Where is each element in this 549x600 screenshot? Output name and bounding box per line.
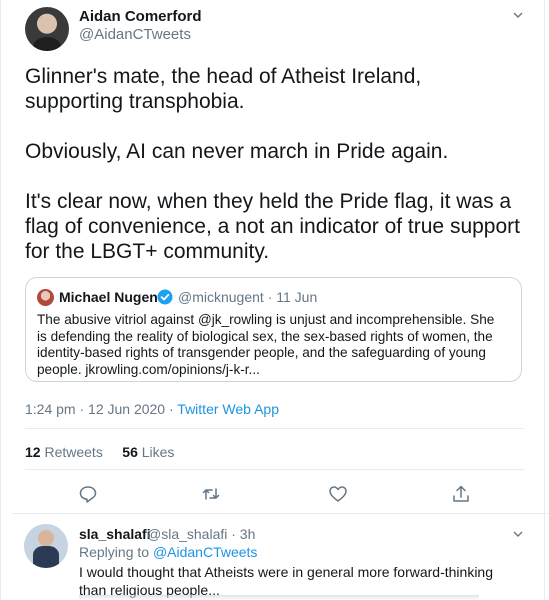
tweet-timestamp: 1:24 pm · 12 Jun 2020 · Twitter Web App [25, 401, 279, 417]
retweet-icon[interactable] [201, 484, 221, 504]
author-avatar[interactable] [25, 7, 69, 51]
replying-to-link[interactable]: @AidanCTweets [153, 544, 257, 560]
quoted-tweet[interactable]: Michael Nugent @micknugent · 11 Jun The … [25, 277, 522, 382]
timeline-left-border [0, 0, 1, 600]
retweets-stat[interactable]: 12 Retweets [25, 444, 103, 460]
tweet-stats: 12 Retweets 56 Likes [25, 444, 174, 460]
replying-to-prefix: Replying to [79, 544, 153, 560]
reply-text: I would thought that Atheists were in ge… [79, 564, 494, 598]
reply-author-avatar[interactable] [24, 524, 68, 568]
truncated-text-fade [79, 595, 479, 600]
divider [25, 469, 524, 470]
verified-badge-icon [157, 289, 173, 305]
author-name[interactable]: Aidan Comerford [79, 8, 202, 25]
chevron-down-icon[interactable] [512, 9, 524, 21]
quoted-tweet-text: The abusive vitriol against @jk_rowling … [37, 312, 495, 377]
retweets-label: Retweets [40, 444, 103, 460]
timeline-right-border [544, 0, 545, 600]
reply-author-name[interactable]: sla_shalafi [79, 526, 151, 542]
retweets-count: 12 [25, 444, 41, 460]
author-handle[interactable]: @AidanCTweets [79, 26, 191, 43]
replying-to: Replying to @AidanCTweets [79, 544, 257, 560]
likes-stat[interactable]: 56 Likes [122, 444, 174, 460]
reply-separator [12, 513, 549, 514]
reply-icon[interactable] [78, 484, 98, 504]
quoted-author-avatar [37, 289, 54, 306]
tweet-time[interactable]: 1:24 pm · 12 Jun 2020 · [25, 401, 177, 417]
divider [25, 428, 524, 429]
tweet-text: Glinner's mate, the head of Atheist Irel… [25, 65, 520, 263]
reply-author-handle[interactable]: @sla_shalafi · 3h [147, 526, 255, 542]
like-icon[interactable] [328, 484, 348, 504]
tweet-source-link[interactable]: Twitter Web App [177, 401, 279, 417]
chevron-down-icon[interactable] [512, 528, 524, 540]
quoted-author-handle: @micknugent · 11 Jun [178, 289, 318, 305]
quoted-author-name: Michael Nugent [59, 289, 163, 305]
share-icon[interactable] [451, 484, 471, 504]
likes-label: Likes [137, 444, 175, 460]
likes-count: 56 [122, 444, 138, 460]
